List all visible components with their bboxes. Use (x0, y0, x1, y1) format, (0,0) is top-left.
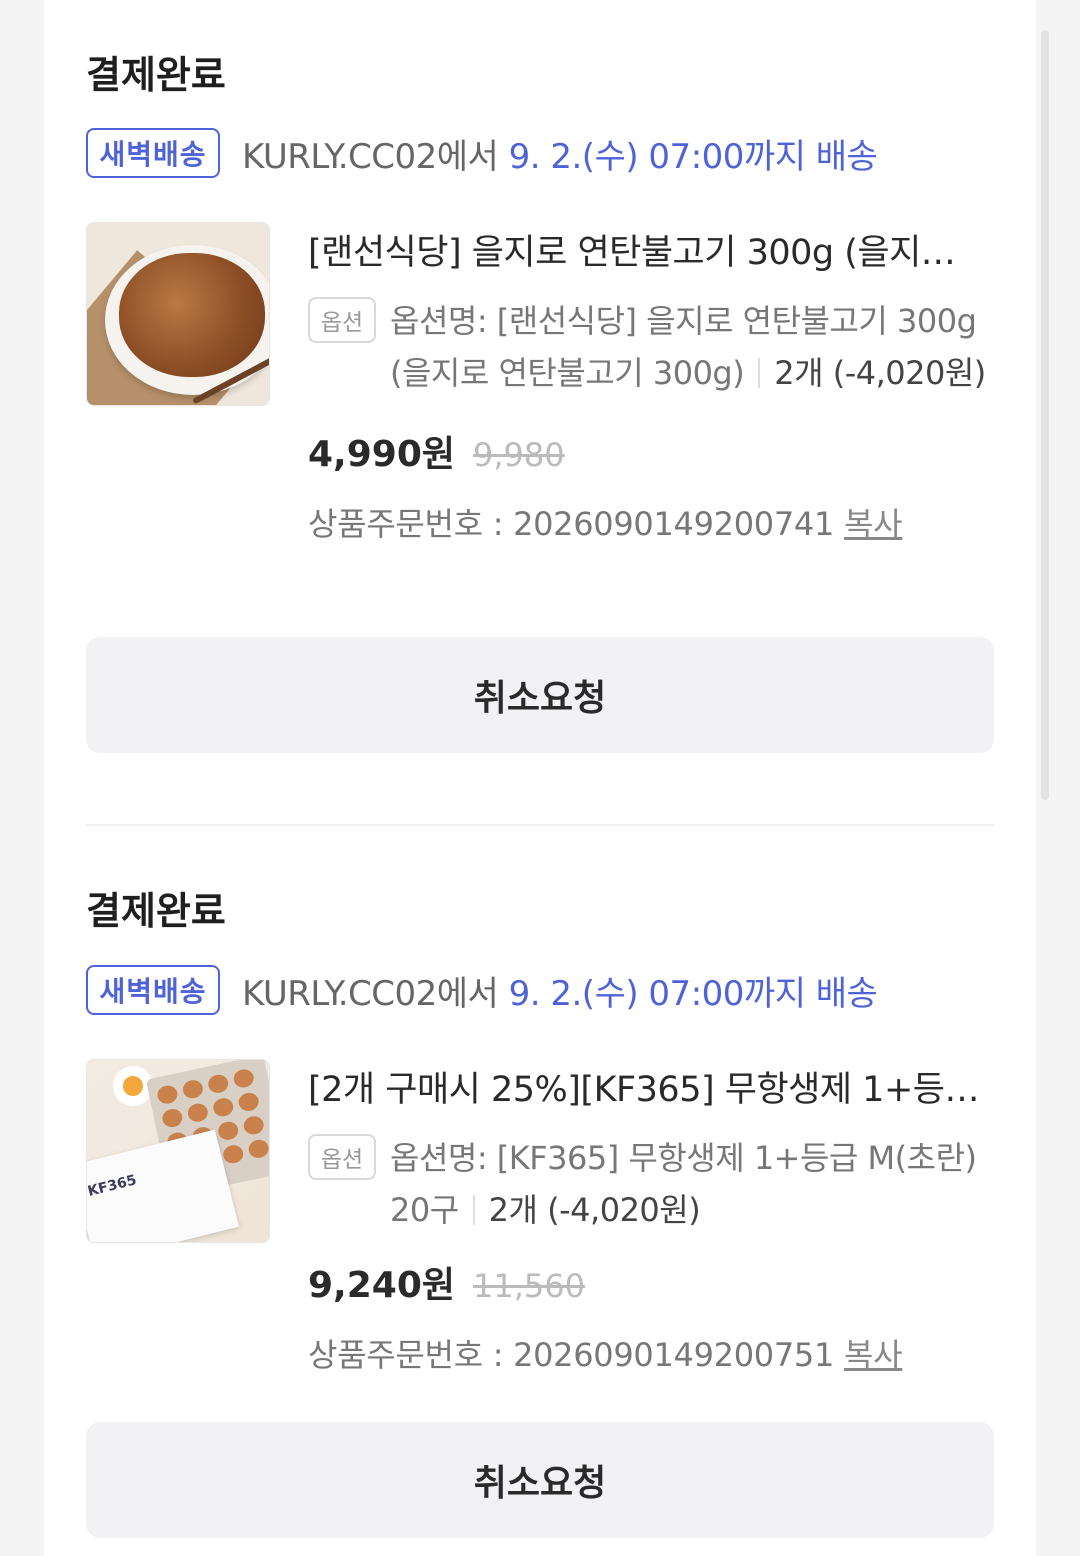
product-thumbnail[interactable]: KF365 (86, 1059, 270, 1243)
delivery-center: KURLY.CC02에서 (242, 136, 509, 177)
option-quantity: 2개 (-4,020원) (488, 1191, 701, 1229)
cancel-request-button[interactable]: 취소요청 (86, 637, 994, 753)
delivery-text: KURLY.CC02에서 9. 2.(수) 07:00까지 배송 (242, 966, 878, 1015)
option-separator (472, 1195, 475, 1225)
delivery-text: KURLY.CC02에서 9. 2.(수) 07:00까지 배송 (242, 129, 878, 178)
option-quantity: 2개 (-4,020원) (774, 354, 986, 392)
delivery-type-badge: 새벽배송 (86, 965, 220, 1015)
order-detail-page: 결제완료 새벽배송 KURLY.CC02에서 9. 2.(수) 07:00까지 … (44, 0, 1036, 1556)
original-price: 9,980 (473, 436, 565, 474)
price-row: 9,240원 11,560 (308, 1256, 994, 1308)
product-name[interactable]: [2개 구매시 25%][KF365] 무항생제 1+등급 M(초란) 20구 (308, 1061, 980, 1112)
order-status-title: 결제완료 (86, 53, 226, 97)
delivery-info: 새벽배송 KURLY.CC02에서 9. 2.(수) 07:00까지 배송 (86, 128, 994, 178)
product-name[interactable]: [랜선식당] 을지로 연탄불고기 300g (을지로 연탄불고기 300g) (308, 224, 980, 275)
product-thumbnail[interactable] (86, 222, 270, 406)
option-description: 옵션명: [KF365] 무항생제 1+등급 M(초란) 20구 2개 (-4,0… (390, 1132, 990, 1236)
sale-price: 4,990원 (308, 434, 455, 475)
order-number-row: 상품주문번호 : 2026090149200741 복사 (308, 499, 994, 545)
order-number: 상품주문번호 : 2026090149200741 (308, 505, 835, 543)
delivery-time: 9. 2.(수) 07:00까지 배송 (508, 973, 878, 1014)
product-info: [2개 구매시 25%][KF365] 무항생제 1+등급 M(초란) 20구 … (308, 1061, 994, 1376)
order-status-title: 결제완료 (86, 889, 226, 933)
option-row: 옵션 옵션명: [KF365] 무항생제 1+등급 M(초란) 20구 2개 (-… (308, 1132, 994, 1236)
copy-order-number-link[interactable]: 복사 (844, 505, 903, 543)
sale-price: 9,240원 (308, 1265, 455, 1306)
order-divider (86, 824, 994, 826)
scrollbar[interactable] (1041, 30, 1049, 800)
option-tag: 옵션 (308, 1134, 376, 1180)
copy-order-number-link[interactable]: 복사 (844, 1336, 903, 1374)
cancel-request-button[interactable]: 취소요청 (86, 1422, 994, 1538)
option-description: 옵션명: [랜선식당] 을지로 연탄불고기 300g (을지로 연탄불고기 30… (390, 295, 990, 399)
option-row: 옵션 옵션명: [랜선식당] 을지로 연탄불고기 300g (을지로 연탄불고기… (308, 295, 994, 399)
price-row: 4,990원 9,980 (308, 425, 994, 477)
delivery-time: 9. 2.(수) 07:00까지 배송 (508, 136, 878, 177)
delivery-info: 새벽배송 KURLY.CC02에서 9. 2.(수) 07:00까지 배송 (86, 965, 994, 1015)
order-number-row: 상품주문번호 : 2026090149200751 복사 (308, 1330, 994, 1376)
option-separator (758, 358, 761, 388)
delivery-type-badge: 새벽배송 (86, 128, 220, 178)
option-tag: 옵션 (308, 297, 376, 343)
box-label: KF365 (86, 1172, 139, 1200)
original-price: 11,560 (473, 1267, 585, 1305)
product-info: [랜선식당] 을지로 연탄불고기 300g (을지로 연탄불고기 300g) 옵… (308, 224, 994, 545)
order-number: 상품주문번호 : 2026090149200751 (308, 1336, 835, 1374)
delivery-center: KURLY.CC02에서 (242, 973, 509, 1014)
